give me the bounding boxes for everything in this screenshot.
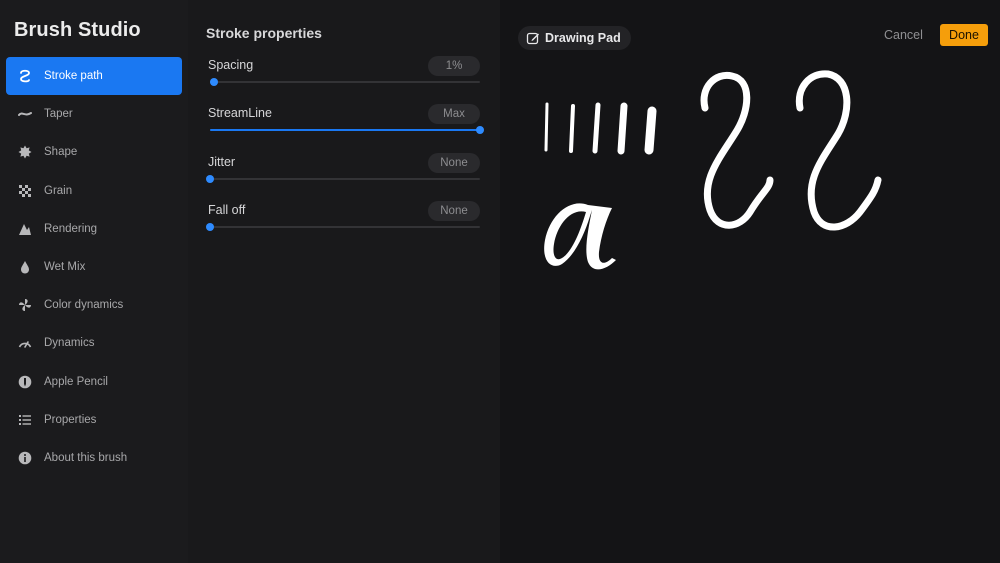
setting-value-badge[interactable]: None xyxy=(428,153,480,173)
shape-icon xyxy=(16,143,34,161)
sidebar-item-grain[interactable]: Grain xyxy=(6,172,182,210)
sidebar-item-label: Properties xyxy=(44,413,97,426)
sidebar-item-label: Shape xyxy=(44,146,78,159)
sidebar-item-dynamics[interactable]: Dynamics xyxy=(6,324,182,362)
sidebar-item-label: Stroke path xyxy=(44,70,103,82)
sidebar-item-about-this-brush[interactable]: About this brush xyxy=(6,439,182,477)
settings-panel: Stroke properties Spacing 1% StreamLine … xyxy=(188,0,500,563)
vertical-test-strokes xyxy=(544,102,657,155)
sidebar-item-stroke-path[interactable]: Stroke path xyxy=(6,57,182,95)
streamline-slider[interactable] xyxy=(210,126,484,134)
sidebar-item-label: Taper xyxy=(44,108,73,121)
brush-preview-strokes xyxy=(544,70,882,270)
sidebar-item-properties[interactable]: Properties xyxy=(6,401,182,439)
properties-icon xyxy=(16,411,34,429)
dynamics-icon xyxy=(16,334,34,352)
sidebar-item-taper[interactable]: Taper xyxy=(6,95,182,133)
spacing-setting: Spacing 1% xyxy=(208,56,480,98)
apple-pencil-icon xyxy=(16,373,34,391)
jitter-setting: Jitter None xyxy=(206,153,480,195)
sidebar-item-label: Wet Mix xyxy=(44,260,86,273)
fall-off-slider[interactable] xyxy=(206,223,480,231)
sidebar: Brush Studio Stroke path Taper Shape Gra… xyxy=(0,0,188,563)
drawing-pad-canvas[interactable]: Drawing Pad Cancel Done xyxy=(500,0,1000,563)
slider-thumb[interactable] xyxy=(476,126,484,134)
jitter-slider[interactable] xyxy=(206,175,480,183)
wet-mix-icon xyxy=(16,258,34,276)
setting-value-badge[interactable]: None xyxy=(428,201,480,221)
sidebar-item-label: Dynamics xyxy=(44,337,95,350)
sidebar-item-rendering[interactable]: Rendering xyxy=(6,210,182,248)
spacing-slider[interactable] xyxy=(210,78,480,86)
sidebar-item-label: Grain xyxy=(44,184,73,197)
sidebar-item-label: Apple Pencil xyxy=(44,375,108,388)
fall-off-setting: Fall off None xyxy=(206,201,480,243)
panel-title: Stroke properties xyxy=(206,25,322,41)
rendering-icon xyxy=(16,220,34,238)
grain-icon xyxy=(16,182,34,200)
sidebar-item-color-dynamics[interactable]: Color dynamics xyxy=(6,286,182,324)
sidebar-item-wet-mix[interactable]: Wet Mix xyxy=(6,248,182,286)
sidebar-item-apple-pencil[interactable]: Apple Pencil xyxy=(6,363,182,401)
info-icon xyxy=(16,449,34,467)
sidebar-item-shape[interactable]: Shape xyxy=(6,133,182,171)
app-title: Brush Studio xyxy=(14,19,141,41)
sidebar-item-label: About this brush xyxy=(44,451,128,464)
sidebar-nav: Stroke path Taper Shape Grain Rendering xyxy=(6,57,182,477)
sidebar-item-label: Color dynamics xyxy=(44,299,124,312)
letter-a-stroke xyxy=(544,203,616,270)
setting-value-badge[interactable]: Max xyxy=(428,104,480,124)
taper-icon xyxy=(16,105,34,123)
sidebar-item-label: Rendering xyxy=(44,222,98,235)
slider-fill xyxy=(210,129,480,131)
setting-label: Fall off xyxy=(208,203,246,217)
slider-thumb[interactable] xyxy=(210,78,219,86)
s-curve-strokes xyxy=(700,70,882,231)
slider-thumb[interactable] xyxy=(206,223,214,231)
color-dynamics-icon xyxy=(16,296,34,314)
setting-value-badge[interactable]: 1% xyxy=(428,56,480,76)
stroke-path-icon xyxy=(16,67,34,85)
slider-thumb[interactable] xyxy=(206,175,214,183)
setting-label: StreamLine xyxy=(208,106,272,120)
setting-label: Jitter xyxy=(208,155,236,169)
streamline-setting: StreamLine Max xyxy=(208,104,484,146)
setting-label: Spacing xyxy=(208,58,254,72)
